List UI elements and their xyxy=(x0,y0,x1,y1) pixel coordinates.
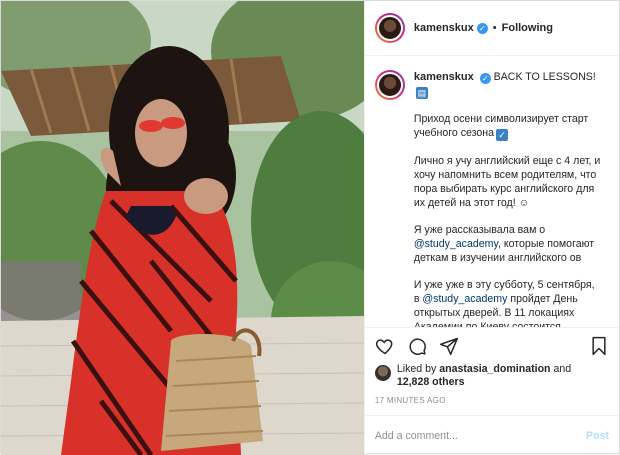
caption-section: kamenskux ✓ BACK TO LESSONS! ▤ Приход ос… xyxy=(365,56,619,327)
likes-row: Liked by anastasia_domination and 12,828… xyxy=(365,363,619,393)
abc-emoji-icon: ▤ xyxy=(415,87,428,99)
share-icon[interactable] xyxy=(439,336,459,356)
instagram-post: kamenskux ✓ • Following kamenskux ✓ BACK… xyxy=(0,0,620,455)
likes-and: and xyxy=(553,363,572,375)
likes-count[interactable]: 12,828 others xyxy=(397,376,465,388)
post-header: kamenskux ✓ • Following xyxy=(364,1,619,56)
mention-link[interactable]: @study_academy xyxy=(414,238,498,250)
likes-prefix: Liked by xyxy=(396,363,437,375)
comment-input[interactable] xyxy=(374,429,587,442)
bookmark-icon[interactable] xyxy=(589,336,609,356)
caption-username[interactable]: kamenskux xyxy=(414,71,474,83)
post-comment-button[interactable]: Post xyxy=(586,430,609,442)
post-photo-illustration xyxy=(1,1,364,455)
verified-badge-icon: ✓ xyxy=(476,22,488,34)
header-username[interactable]: kamenskux xyxy=(414,22,474,34)
post-timestamp[interactable]: 17 MINUTES AGO xyxy=(365,393,619,415)
post-sidebar: kamenskux ✓ • Following kamenskux ✓ BACK… xyxy=(363,1,619,455)
verified-badge-icon: ✓ xyxy=(479,73,491,84)
likes-text: Liked by anastasia_domination and 12,828… xyxy=(397,363,571,389)
action-bar xyxy=(364,327,619,363)
caption-paragraph: Я уже рассказывала вам о xyxy=(413,224,546,236)
heart-icon[interactable] xyxy=(375,336,395,356)
liker-username[interactable]: anastasia_domination xyxy=(439,363,550,375)
header-separator: • xyxy=(492,22,497,34)
caption-avatar[interactable] xyxy=(374,70,405,100)
caption-paragraph: Лично я учу английский еще с 4 лет, и хо… xyxy=(413,155,601,209)
post-photo[interactable] xyxy=(1,1,364,455)
caption-title: BACK TO LESSONS! xyxy=(493,71,596,83)
liker-avatar[interactable] xyxy=(374,365,391,381)
avatar[interactable] xyxy=(374,13,405,43)
comment-box: Post xyxy=(364,415,619,455)
mention-link[interactable]: @study_academy xyxy=(422,293,507,305)
following-button[interactable]: Following xyxy=(502,22,553,34)
checkmark-emoji-icon: ✓ xyxy=(496,129,509,141)
caption-body: kamenskux ✓ BACK TO LESSONS! ▤ Приход ос… xyxy=(414,70,602,327)
comment-icon[interactable] xyxy=(407,336,427,356)
